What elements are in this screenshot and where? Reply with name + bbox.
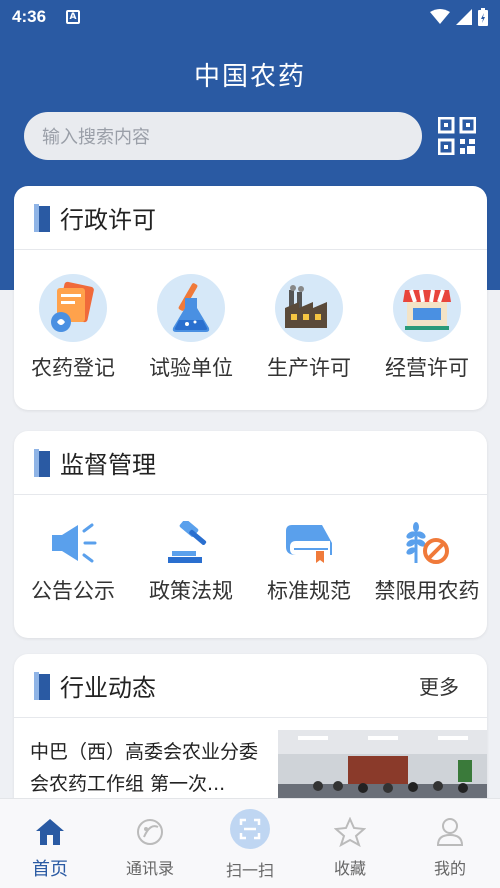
grid-item-announcements[interactable]: 公告公示 xyxy=(14,521,132,605)
book-icon xyxy=(34,448,50,477)
tab-home[interactable]: 首页 xyxy=(0,799,100,888)
book-icon xyxy=(34,203,50,232)
supervision-card: 监督管理 公告公示 政策法规 标准规范 禁限用农药 xyxy=(14,431,487,638)
grid-item-test-unit[interactable]: 试验单位 xyxy=(132,274,250,382)
supervision-grid: 公告公示 政策法规 标准规范 禁限用农药 xyxy=(14,495,487,605)
page-title: 中国农药 xyxy=(193,62,306,92)
grid-label: 试验单位 xyxy=(149,356,233,380)
search-input[interactable]: 输入搜索内容 xyxy=(24,112,422,160)
grid-label: 经营许可 xyxy=(385,356,469,380)
notification-a-icon: A xyxy=(66,10,81,24)
grid-label: 公告公示 xyxy=(31,579,115,603)
banned-wheat-icon xyxy=(406,522,449,564)
qr-code-icon[interactable] xyxy=(438,117,476,155)
industry-news-card: 行业动态 更多 中巴（西）高委会农业分委会农药工作组 第一次... xyxy=(14,654,487,814)
store-icon xyxy=(393,274,461,342)
grid-label: 生产许可 xyxy=(267,356,351,380)
search-placeholder: 输入搜索内容 xyxy=(42,127,150,148)
grid-label: 农药登记 xyxy=(31,356,115,380)
card-header: 监督管理 xyxy=(14,431,487,495)
factory-icon xyxy=(275,274,343,342)
card-header: 行政许可 xyxy=(14,186,487,250)
status-bar: 4:36 A xyxy=(0,0,500,34)
status-time: 4:36 xyxy=(12,7,47,26)
book-icon xyxy=(34,671,50,700)
grid-item-business-license[interactable]: 经营许可 xyxy=(368,274,486,382)
tab-label: 我的 xyxy=(433,859,466,878)
card-header: 行业动态 更多 xyxy=(14,654,487,718)
news-headline: 中巴（西）高委会农业分委会农药工作组 第一次... xyxy=(30,741,259,795)
flask-icon xyxy=(157,274,225,342)
scan-icon xyxy=(230,809,270,849)
tab-label: 收藏 xyxy=(333,859,366,878)
bottom-tab-bar: 首页 通讯录 扫一扫 收藏 我的 xyxy=(0,798,500,888)
tab-label: 首页 xyxy=(32,859,68,880)
grid-label: 标准规范 xyxy=(267,579,351,603)
star-icon xyxy=(334,817,366,847)
section-title: 行业动态 xyxy=(60,674,156,702)
grid-item-production-license[interactable]: 生产许可 xyxy=(250,274,368,382)
battery-icon xyxy=(478,8,488,26)
book-standard-icon xyxy=(286,525,332,563)
wifi-icon xyxy=(430,9,450,24)
grid-label: 禁限用农药 xyxy=(374,579,480,603)
grid-item-pesticide-registration[interactable]: 农药登记 xyxy=(14,274,132,382)
admin-license-grid: 农药登记 试验单位 生产许可 经营许可 xyxy=(14,250,487,382)
grid-item-standards[interactable]: 标准规范 xyxy=(250,521,368,605)
contacts-icon xyxy=(137,819,163,845)
grid-label: 政策法规 xyxy=(149,579,233,603)
user-icon xyxy=(436,818,464,846)
grid-item-banned-pesticides[interactable]: 禁限用农药 xyxy=(368,521,486,605)
tab-label: 通讯录 xyxy=(125,859,174,878)
grid-item-policies[interactable]: 政策法规 xyxy=(132,521,250,605)
megaphone-icon xyxy=(52,523,97,563)
admin-license-card: 行政许可 农药登记 试验单位 生产许可 经营许可 xyxy=(14,186,487,410)
signal-icon xyxy=(456,9,472,25)
tab-scan[interactable]: 扫一扫 xyxy=(200,799,300,888)
more-link[interactable]: 更多 xyxy=(419,671,459,700)
section-title: 监督管理 xyxy=(60,451,156,479)
tab-profile[interactable]: 我的 xyxy=(400,799,500,888)
home-icon xyxy=(36,819,64,845)
tab-favorites[interactable]: 收藏 xyxy=(300,799,400,888)
gavel-icon xyxy=(168,521,207,563)
registration-icon xyxy=(39,274,107,342)
tab-label: 扫一扫 xyxy=(225,861,274,880)
tab-contacts[interactable]: 通讯录 xyxy=(100,799,200,888)
section-title: 行政许可 xyxy=(60,206,156,234)
